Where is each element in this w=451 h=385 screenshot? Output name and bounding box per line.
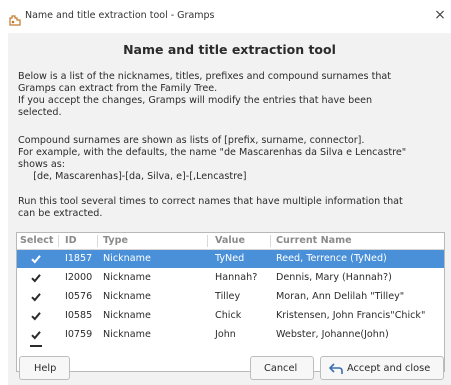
row-value: Tilley (215, 291, 241, 302)
accept-and-close-button[interactable]: Accept and close (320, 356, 444, 380)
row-current-name: Reed, Terrence (TyNed) (276, 253, 387, 264)
row-current-name: Kristensen, John Francis"Chick" (276, 310, 426, 321)
description-line: can be extracted. (18, 208, 103, 219)
window-title: Name and title extraction tool - Gramps (25, 10, 215, 21)
row-type: Nickname (103, 253, 151, 264)
description-line: If you accept the changes, Gramps will m… (18, 95, 373, 106)
row-id: I2000 (65, 272, 93, 283)
description-paragraph-3: Run this tool several times to correct n… (18, 196, 403, 220)
dialog-content: Name and title extraction tool Below is … (8, 33, 451, 385)
row-checkbox[interactable] (30, 329, 42, 341)
column-header-id[interactable]: ID (65, 235, 77, 246)
row-id: I0759 (65, 329, 93, 340)
column-header-select[interactable]: Select (20, 235, 54, 246)
description-paragraph-2: Compound surnames are shown as lists of … (18, 135, 406, 183)
row-checkbox[interactable] (30, 272, 42, 284)
dialog-heading: Name and title extraction tool (123, 42, 336, 57)
row-value: John (215, 329, 236, 340)
cancel-button[interactable]: Cancel (250, 356, 314, 380)
row-id: I0585 (65, 310, 93, 321)
accept-button-label: Accept and close (347, 363, 431, 374)
table-row[interactable]: I2000 Nickname Hannah? Dennis, Mary (Han… (17, 269, 444, 287)
description-line: Compound surnames are shown as lists of … (18, 135, 365, 146)
row-checkbox-partial (30, 345, 42, 350)
row-value: Chick (215, 310, 242, 321)
column-header-value[interactable]: Value (215, 235, 245, 246)
column-separator (207, 235, 208, 247)
row-value: TyNed (215, 253, 245, 264)
table-header: Select ID Type Value Current Name (17, 233, 444, 250)
description-line: Below is a list of the nicknames, titles… (18, 71, 392, 82)
row-value: Hannah? (215, 272, 258, 283)
column-separator (58, 235, 59, 247)
row-current-name: Webster, Johanne(John) (276, 329, 389, 340)
window-titlebar: Name and title extraction tool - Gramps … (0, 0, 451, 33)
description-line: For example, with the defaults, the name… (18, 147, 407, 158)
row-id: I1857 (65, 253, 93, 264)
cancel-button-label: Cancel (264, 363, 298, 374)
description-line: [de, Mascarenhas]-[da, Silva, e]-[,Lenca… (18, 171, 247, 182)
help-button[interactable]: Help (19, 356, 70, 380)
column-separator (97, 235, 98, 247)
close-icon[interactable]: × (432, 7, 448, 23)
description-line: Run this tool several times to correct n… (18, 196, 403, 207)
row-current-name: Moran, Ann Delilah "Tilley" (276, 291, 405, 302)
undo-arrow-icon (328, 362, 344, 378)
column-separator (270, 235, 271, 247)
row-type: Nickname (103, 272, 151, 283)
description-line: selected. (18, 107, 62, 118)
row-current-name: Dennis, Mary (Hannah?) (276, 272, 392, 283)
row-id: I0576 (65, 291, 93, 302)
column-header-current-name[interactable]: Current Name (276, 235, 352, 246)
row-checkbox[interactable] (30, 291, 42, 303)
row-checkbox[interactable] (30, 253, 42, 265)
gramps-app-icon (9, 11, 21, 26)
description-line: Gramps can extract from the Family Tree. (18, 83, 218, 94)
help-button-label: Help (34, 363, 57, 374)
table-row[interactable]: I0585 Nickname Chick Kristensen, John Fr… (17, 307, 444, 325)
row-type: Nickname (103, 291, 151, 302)
row-type: Nickname (103, 329, 151, 340)
table-row-partial (17, 345, 444, 351)
table-row[interactable]: I0576 Nickname Tilley Moran, Ann Delilah… (17, 288, 444, 306)
description-paragraph-1: Below is a list of the nicknames, titles… (18, 71, 391, 119)
description-line: shows as: (18, 159, 65, 170)
table-row[interactable]: I1857 Nickname TyNed Reed, Terrence (TyN… (17, 250, 444, 268)
extraction-table[interactable]: Select ID Type Value Current Name I1857 … (16, 232, 445, 372)
row-type: Nickname (103, 310, 151, 321)
column-header-type[interactable]: Type (103, 235, 128, 246)
table-row[interactable]: I0759 Nickname John Webster, Johanne(Joh… (17, 326, 444, 344)
row-checkbox[interactable] (30, 310, 42, 322)
